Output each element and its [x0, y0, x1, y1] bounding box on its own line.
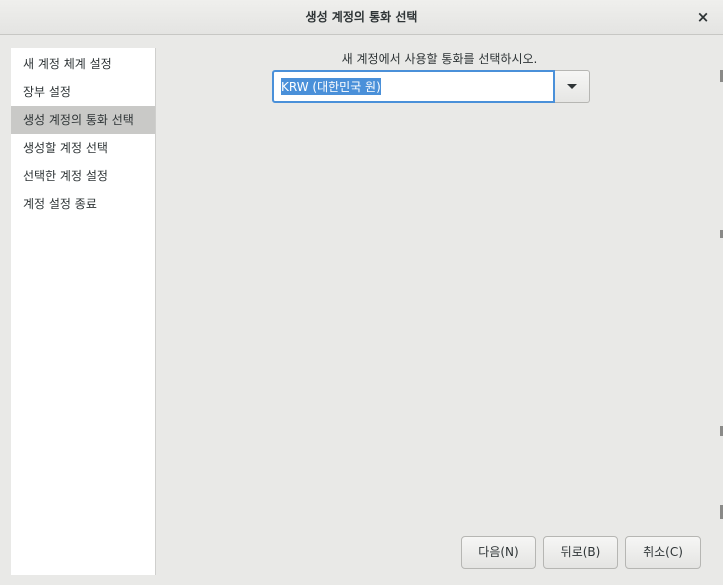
title-bar: 생성 계정의 통화 선택 × [0, 0, 723, 35]
cancel-button[interactable]: 취소(C) [625, 536, 701, 569]
currency-combo [272, 70, 590, 103]
next-button[interactable]: 다음(N) [461, 536, 536, 569]
currency-input[interactable] [272, 70, 555, 103]
sidebar-item-new-account-hierarchy[interactable]: 새 계정 체계 설정 [11, 50, 155, 78]
sidebar-item-setup-selected-accounts[interactable]: 선택한 계정 설정 [11, 162, 155, 190]
sidebar-item-choose-accounts[interactable]: 생성할 계정 선택 [11, 134, 155, 162]
sidebar-item-choose-currency[interactable]: 생성 계정의 통화 선택 [11, 106, 155, 134]
chevron-down-icon [567, 84, 577, 89]
back-button[interactable]: 뒤로(B) [543, 536, 618, 569]
currency-dropdown-button[interactable] [555, 70, 590, 103]
window-title: 생성 계정의 통화 선택 [305, 10, 418, 24]
sidebar-item-book-settings[interactable]: 장부 설정 [11, 78, 155, 106]
currency-prompt: 새 계정에서 사용할 통화를 선택하시오. [341, 52, 538, 66]
close-icon: × [696, 8, 710, 26]
assistant-sidebar: 새 계정 체계 설정 장부 설정 생성 계정의 통화 선택 생성할 계정 선택 … [11, 48, 156, 575]
close-button[interactable]: × [693, 7, 713, 27]
sidebar-item-finish-account-setup[interactable]: 계정 설정 종료 [11, 190, 155, 218]
